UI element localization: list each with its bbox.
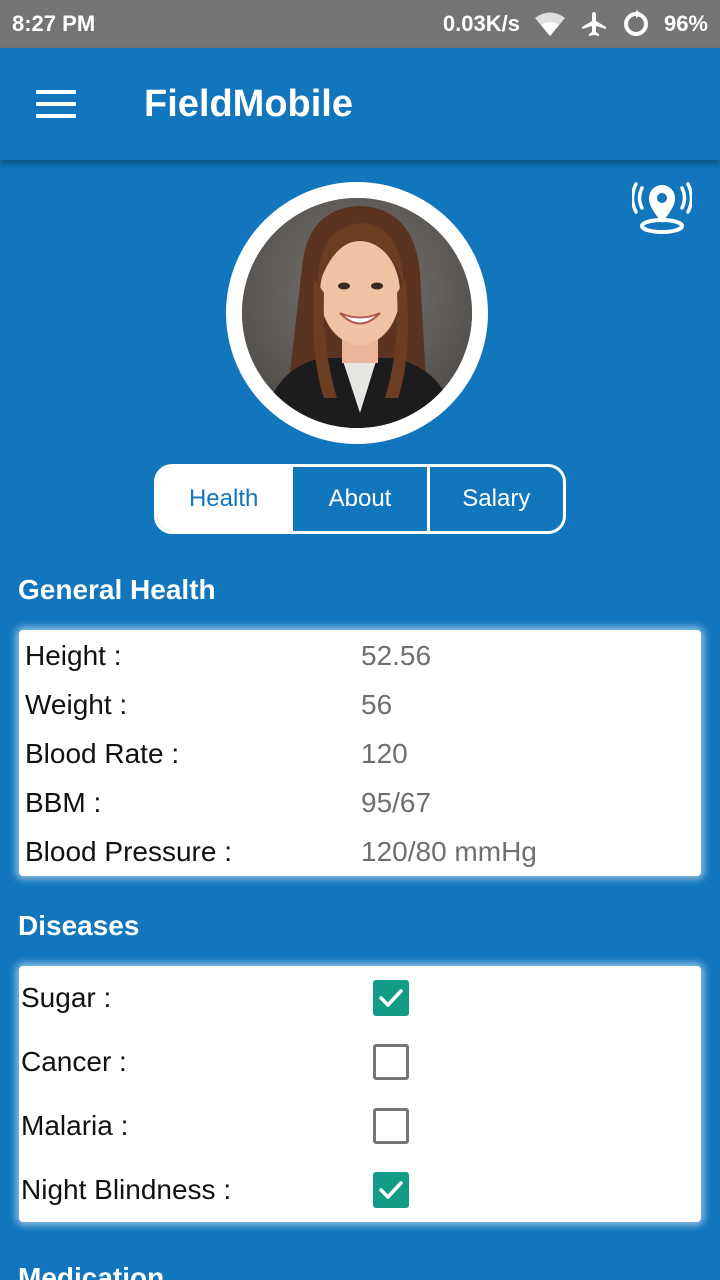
health-label: Height : <box>25 640 122 671</box>
night-blindness-checkbox[interactable] <box>373 1172 409 1208</box>
status-time: 8:27 PM <box>12 11 96 36</box>
diseases-card: Sugar : Cancer : Malaria : Night Blindne… <box>19 966 701 1222</box>
airplane-icon <box>580 10 608 38</box>
status-bar: 8:27 PM 0.03K/s 96% <box>0 0 720 48</box>
health-label: BBM : <box>25 787 102 818</box>
health-value: 120/80 mmHg <box>361 836 537 867</box>
disease-row-sugar: Sugar : <box>21 973 697 1023</box>
health-value: 120 <box>361 738 408 769</box>
avatar[interactable] <box>226 182 488 444</box>
tab-salary[interactable]: Salary <box>426 467 563 531</box>
disease-row-cancer: Cancer : <box>21 1037 697 1087</box>
health-row-weight: Weight : 56 <box>25 685 695 725</box>
health-row-blood-pressure: Blood Pressure : 120/80 mmHg <box>25 832 695 872</box>
medication-title: Medication <box>18 1262 165 1280</box>
disease-label: Night Blindness : <box>21 1174 232 1205</box>
checkmark-icon <box>379 1181 403 1199</box>
sugar-checkbox[interactable] <box>373 980 409 1016</box>
status-icons: 0.03K/s 96% <box>443 10 708 38</box>
health-value: 52.56 <box>361 640 432 671</box>
health-label: Weight : <box>25 689 128 720</box>
health-value: 56 <box>361 689 393 720</box>
tab-health[interactable]: Health <box>157 467 291 531</box>
disease-label: Sugar : <box>21 982 112 1013</box>
battery-level: 96% <box>663 11 708 36</box>
health-row-bbm: BBM : 95/67 <box>25 783 695 823</box>
app-title: FieldMobile <box>144 82 353 125</box>
disease-label: Cancer : <box>21 1046 127 1077</box>
hamburger-menu-icon[interactable] <box>36 90 76 118</box>
health-row-height: Height : 52.56 <box>25 636 695 676</box>
general-health-card: Height : 52.56 Weight : 56 Blood Rate : … <box>19 630 701 876</box>
location-broadcast-icon[interactable] <box>630 176 694 236</box>
wifi-icon <box>534 11 566 37</box>
malaria-checkbox[interactable] <box>373 1108 409 1144</box>
disease-row-night-blindness: Night Blindness : <box>21 1165 697 1215</box>
disease-row-malaria: Malaria : <box>21 1101 697 1151</box>
app-bar: FieldMobile <box>0 48 720 160</box>
health-label: Blood Pressure : <box>25 836 232 867</box>
profile-photo <box>242 198 472 428</box>
sync-icon <box>622 10 650 38</box>
health-label: Blood Rate : <box>25 738 180 769</box>
network-speed: 0.03K/s <box>442 11 520 36</box>
health-value: 95/67 <box>361 787 432 818</box>
cancer-checkbox[interactable] <box>373 1044 409 1080</box>
profile-tabs: Health About Salary <box>154 464 566 534</box>
checkmark-icon <box>379 989 403 1007</box>
general-health-title: General Health <box>18 574 216 605</box>
disease-label: Malaria : <box>21 1110 129 1141</box>
diseases-title: Diseases <box>18 910 140 941</box>
tab-about[interactable]: About <box>290 467 426 531</box>
health-row-blood-rate: Blood Rate : 120 <box>25 734 695 774</box>
